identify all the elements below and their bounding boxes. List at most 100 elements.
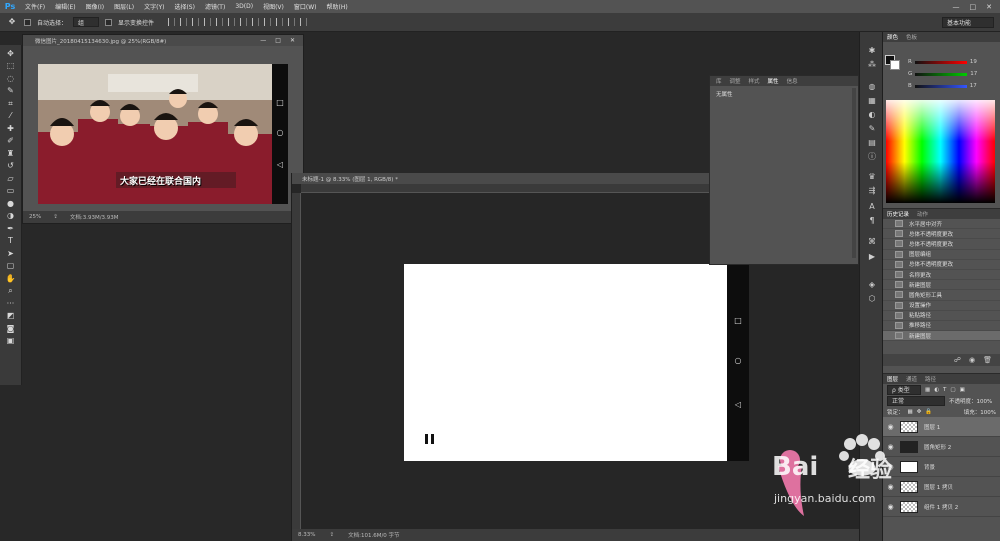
history-icon[interactable]: ⌘ [867, 237, 877, 246]
green-track[interactable] [915, 72, 968, 76]
distribute-left-icon[interactable] [276, 18, 284, 26]
styles-icon[interactable]: ✎ [867, 124, 877, 133]
character-icon[interactable]: ♛ [867, 172, 877, 181]
align-left-icon[interactable] [204, 18, 212, 26]
brush-settings-icon[interactable]: ✱ [867, 46, 877, 55]
adjustments-icon[interactable]: ◐ [867, 110, 877, 119]
pen-icon[interactable]: ✒ [5, 224, 17, 233]
red-slider[interactable]: R 19 [908, 58, 998, 66]
history-brush-icon[interactable]: ↺ [5, 162, 17, 171]
marquee-icon[interactable]: ⬚ [5, 62, 17, 71]
brush-presets-icon[interactable]: ⁂ [867, 60, 877, 69]
tab-paths[interactable]: 路径 [925, 375, 936, 383]
history-item[interactable]: 水平居中对齐 [883, 219, 1000, 230]
new-document-from-state-icon[interactable]: ☍ [954, 356, 961, 364]
history-item[interactable]: 总体不透明度更改 [883, 260, 1000, 270]
zoom-icon[interactable]: ⌕ [5, 287, 17, 296]
show-transform-checkbox[interactable] [105, 18, 113, 26]
blend-mode-dropdown[interactable]: 正常 [887, 395, 945, 406]
color-swatches-icon[interactable]: ◩ [5, 312, 17, 321]
zoom-level[interactable]: 25% [29, 214, 41, 220]
properties-scrollbar[interactable] [852, 88, 856, 258]
shape-icon[interactable]: ▢ [5, 262, 17, 271]
distribute-top-icon[interactable] [240, 18, 248, 26]
filter-smart-icon[interactable]: ▣ [960, 387, 965, 393]
share-icon[interactable]: ⇪ [53, 214, 58, 220]
green-value[interactable]: 17 [970, 71, 977, 77]
more-tools-icon[interactable]: ··· [5, 299, 17, 308]
filter-shape-icon[interactable]: ▢ [950, 387, 955, 393]
screen-mode-icon[interactable]: ▣ [5, 337, 17, 346]
menu-select[interactable]: 选择(S) [169, 2, 200, 11]
blue-track[interactable] [914, 84, 967, 88]
align-hcenter-icon[interactable] [216, 18, 224, 26]
path-select-icon[interactable]: ➤ [5, 249, 17, 258]
history-item[interactable]: 圆角矩形工具 [883, 290, 1000, 301]
tab-info[interactable]: 信息 [787, 77, 798, 85]
background-color-swatch[interactable] [890, 60, 900, 70]
distribute-right-icon[interactable] [300, 18, 308, 26]
tab-adjustments[interactable]: 调整 [730, 77, 741, 85]
menu-help[interactable]: 帮助(H) [322, 2, 353, 11]
menu-type[interactable]: 文字(Y) [139, 2, 169, 11]
align-top-icon[interactable] [168, 18, 176, 26]
tab-channels[interactable]: 通道 [906, 375, 917, 383]
history-item[interactable]: 名称更改 [883, 270, 1000, 281]
hand-icon[interactable]: ✋ [5, 274, 17, 283]
brush-icon[interactable]: ✐ [5, 137, 17, 146]
color-icon[interactable]: ◍ [867, 82, 877, 91]
green-slider[interactable]: G 17 [908, 70, 998, 78]
history-item[interactable]: 推移路径 [883, 321, 1000, 332]
tab-properties[interactable]: 属性 [768, 77, 779, 85]
filter-pixel-icon[interactable]: ▦ [925, 387, 930, 393]
layer-kind-dropdown[interactable]: ρ 类型 [887, 384, 921, 395]
paragraph-icon[interactable]: ⇶ [867, 186, 877, 195]
quick-mask-icon[interactable]: ◙ [5, 324, 17, 333]
tab-color[interactable]: 颜色 [887, 33, 898, 41]
tab-styles[interactable]: 样式 [749, 77, 760, 85]
opacity-field[interactable]: 不透明度：100% [949, 397, 992, 405]
history-item[interactable]: 设置操作 [883, 301, 1000, 311]
align-bottom-icon[interactable] [192, 18, 200, 26]
tab-layers[interactable]: 图层 [887, 375, 898, 383]
align-right-icon[interactable] [228, 18, 236, 26]
menu-filter[interactable]: 滤镜(T) [200, 2, 230, 11]
menu-view[interactable]: 视图(V) [258, 2, 289, 11]
distribute-hcenter-icon[interactable] [288, 18, 296, 26]
lock-position-icon[interactable]: ✥ [917, 409, 922, 415]
red-track[interactable] [914, 60, 967, 64]
menu-window[interactable]: 窗口(W) [289, 2, 322, 11]
doc-maximize-icon[interactable]: □ [275, 37, 281, 44]
menu-edit[interactable]: 编辑(E) [50, 2, 80, 11]
workspace-dropdown[interactable]: 基本功能 [942, 16, 994, 28]
auto-select-dropdown[interactable]: 组 [73, 17, 100, 27]
type-icon[interactable]: T [5, 237, 17, 246]
move-icon[interactable]: ✥ [5, 49, 17, 58]
tab-actions[interactable]: 动作 [917, 210, 928, 218]
history-item[interactable]: 总体不透明度更改 [883, 229, 1000, 240]
doc-minimize-icon[interactable]: — [260, 37, 266, 44]
timeline-icon[interactable]: ◈ [867, 280, 877, 289]
document-tab[interactable]: 微信图片_20180415134630.jpg @ 25%(RGB/8#) — … [23, 35, 303, 46]
crop-icon[interactable]: ⌗ [5, 99, 17, 108]
history-item-selected[interactable]: 新建图层 [883, 331, 1000, 342]
blue-slider[interactable]: B 17 [908, 82, 998, 90]
3d-icon[interactable]: ⬡ [867, 294, 877, 303]
distribute-vcenter-icon[interactable] [252, 18, 260, 26]
filter-type-icon[interactable]: T [943, 387, 946, 393]
delete-state-icon[interactable]: 🗑 [983, 356, 992, 364]
blur-icon[interactable]: ● [5, 199, 17, 208]
menu-layer[interactable]: 图层(L) [109, 2, 139, 11]
paragraph-align-icon[interactable]: ¶ [867, 216, 877, 225]
maximize-icon[interactable]: □ [970, 3, 977, 11]
menu-3d[interactable]: 3D(D) [230, 3, 258, 10]
tab-swatches[interactable]: 色板 [906, 33, 917, 41]
history-item[interactable]: 粘贴路径 [883, 311, 1000, 321]
main-zoom-level[interactable]: 8.33% [298, 532, 315, 538]
document-canvas[interactable] [404, 264, 727, 461]
actions-icon[interactable]: ▶ [867, 252, 877, 261]
distribute-bottom-icon[interactable] [264, 18, 272, 26]
tab-history[interactable]: 历史记录 [887, 210, 909, 218]
history-item[interactable]: 新建图层 [883, 280, 1000, 291]
info-icon[interactable]: ⓘ [867, 152, 877, 161]
